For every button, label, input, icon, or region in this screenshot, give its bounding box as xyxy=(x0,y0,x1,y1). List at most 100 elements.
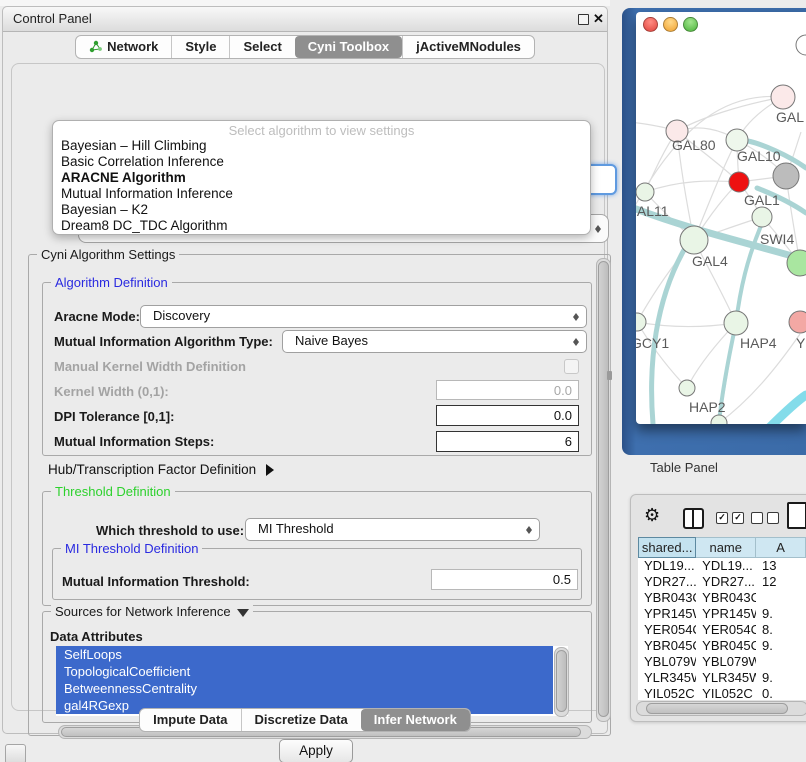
float-icon[interactable] xyxy=(578,14,589,25)
settings-vertical-scrollbar[interactable] xyxy=(596,258,611,722)
data-attributes-list[interactable]: SelfLoopsTopologicalCoefficientBetweenne… xyxy=(56,646,568,716)
aracne-mode-label: Aracne Mode: xyxy=(54,309,140,324)
node-label-swi4: SWI4 xyxy=(760,231,794,247)
network-node[interactable] xyxy=(724,311,748,335)
tab-style[interactable]: Style xyxy=(171,36,229,58)
network-node[interactable] xyxy=(729,172,749,192)
algorithm-popup-hint: Select algorithm to view settings xyxy=(53,123,590,138)
control-panel-title: Control Panel xyxy=(13,7,92,31)
table-cell: YPR145W xyxy=(638,606,696,622)
sources-title-text: Sources for Network Inference xyxy=(55,604,231,619)
mi-steps-input[interactable] xyxy=(436,431,579,452)
table-cell: YBR043C xyxy=(696,590,756,606)
tab-discretize-data[interactable]: Discretize Data xyxy=(241,709,361,731)
node-label-gal80: GAL80 xyxy=(672,137,716,153)
table-cell: 9. xyxy=(756,638,806,654)
node-table: shared...nameA YDL19...YDL19...13YDR27..… xyxy=(638,537,806,700)
tab-label: Discretize Data xyxy=(255,709,348,731)
table-row[interactable]: YER054CYER054C8. xyxy=(638,622,806,638)
network-canvas[interactable]: GALGAL80GAL10GAL1GAL11SWI4GAL4GCY1HAP4YH… xyxy=(636,28,806,424)
aracne-mode-combo[interactable]: Discovery xyxy=(140,305,587,328)
node-table-body: YDL19...YDL19...13YDR27...YDR27...12YBR0… xyxy=(638,558,806,700)
panel-splitter-handle[interactable] xyxy=(607,371,612,380)
dpi-tolerance-input[interactable] xyxy=(436,405,579,426)
file-icon[interactable] xyxy=(787,502,806,529)
tab-network[interactable]: Network xyxy=(76,36,171,58)
network-node[interactable] xyxy=(679,380,695,396)
network-node[interactable] xyxy=(680,226,708,254)
column-header-name[interactable]: name xyxy=(696,537,756,558)
table-cell: YDR27... xyxy=(696,574,756,590)
mi-threshold-input[interactable] xyxy=(431,569,578,590)
tab-impute-data[interactable]: Impute Data xyxy=(140,709,240,731)
aracne-mode-value: Discovery xyxy=(141,306,586,326)
table-row[interactable]: YBL079WYBL079W xyxy=(638,654,806,670)
table-row[interactable]: YBR043CYBR043C xyxy=(638,590,806,606)
algorithm-item-mutual-information-inference[interactable]: Mutual Information Inference xyxy=(53,186,590,202)
sources-group-title[interactable]: Sources for Network Inference xyxy=(51,604,253,619)
tab-label: Select xyxy=(243,36,281,58)
mi-type-value: Naive Bayes xyxy=(283,331,586,351)
cyni-algorithm-settings-title: Cyni Algorithm Settings xyxy=(37,247,179,262)
columns-icon[interactable] xyxy=(683,508,704,529)
table-horizontal-scrollbar[interactable] xyxy=(636,701,806,716)
node-label-gal10: GAL10 xyxy=(737,148,781,164)
algorithm-item-aracne-algorithm[interactable]: ARACNE Algorithm xyxy=(53,170,590,186)
network-node[interactable] xyxy=(773,163,799,189)
tab-label: Impute Data xyxy=(153,709,227,731)
network-node[interactable] xyxy=(752,207,772,227)
gear-icon[interactable]: ⚙ xyxy=(644,505,660,526)
table-row[interactable]: YDL19...YDL19...13 xyxy=(638,558,806,574)
tab-cyni-toolbox[interactable]: Cyni Toolbox xyxy=(295,36,402,58)
attributes-list-scrollbar[interactable] xyxy=(554,647,569,717)
tab-select[interactable]: Select xyxy=(229,36,294,58)
which-threshold-value: MI Threshold xyxy=(246,519,539,539)
tab-jactivemnodules[interactable]: jActiveMNodules xyxy=(402,36,534,58)
column-header-shared[interactable]: shared... xyxy=(638,537,696,558)
manual-kernel-checkbox[interactable] xyxy=(564,359,579,374)
column-header-a[interactable]: A xyxy=(756,537,806,558)
apply-button[interactable]: Apply xyxy=(279,739,353,762)
expanded-arrow-icon xyxy=(237,609,249,617)
algorithm-item-bayesian-k2[interactable]: Bayesian – K2 xyxy=(53,202,590,218)
table-row[interactable]: YIL052CYIL052C0. xyxy=(638,686,806,700)
close-icon[interactable]: ✕ xyxy=(593,11,604,27)
hub-tf-section-toggle[interactable]: Hub/Transcription Factor Definition xyxy=(48,462,274,477)
algorithm-item-bayesian-hill-climbing[interactable]: Bayesian – Hill Climbing xyxy=(53,138,590,154)
mi-type-label: Mutual Information Algorithm Type: xyxy=(54,334,273,349)
algorithm-item-dream8-dc-tdc-algorithm[interactable]: Dream8 DC_TDC Algorithm xyxy=(53,218,590,234)
table-cell: YIL052C xyxy=(696,686,756,700)
hub-tf-label: Hub/Transcription Factor Definition xyxy=(48,462,256,477)
algorithm-popup-items: Bayesian – Hill ClimbingBasic Correlatio… xyxy=(53,138,590,234)
algorithm-definition-title: Algorithm Definition xyxy=(51,275,172,290)
attribute-betweennesscentrality[interactable]: BetweennessCentrality xyxy=(56,680,553,697)
unchecked-pair-icon[interactable] xyxy=(751,512,779,524)
table-row[interactable]: YLR345WYLR345W9. xyxy=(638,670,806,686)
corner-button[interactable] xyxy=(5,744,26,762)
kernel-width-input[interactable] xyxy=(436,380,579,400)
table-row[interactable]: YPR145WYPR145W9. xyxy=(638,606,806,622)
table-cell: YLR345W xyxy=(696,670,756,686)
algorithm-item-basic-correlation-inference[interactable]: Basic Correlation Inference xyxy=(53,154,590,170)
network-node[interactable] xyxy=(771,85,795,109)
table-cell: YDL19... xyxy=(696,558,756,574)
table-row[interactable]: YDR27...YDR27...12 xyxy=(638,574,806,590)
table-row[interactable]: YBR045CYBR045C9. xyxy=(638,638,806,654)
attribute-topologicalcoefficient[interactable]: TopologicalCoefficient xyxy=(56,663,553,680)
node-label-gcy1: GCY1 xyxy=(636,335,669,351)
network-node[interactable] xyxy=(636,313,646,331)
checked-pair-icon[interactable]: ✓✓ xyxy=(716,512,744,524)
node-label-hap2: HAP2 xyxy=(689,399,726,415)
network-window: GALGAL80GAL10GAL1GAL11SWI4GAL4GCY1HAP4YH… xyxy=(636,12,806,424)
mi-type-combo[interactable]: Naive Bayes xyxy=(282,330,587,353)
tab-infer-network[interactable]: Infer Network xyxy=(361,709,470,731)
table-cell: YLR345W xyxy=(638,670,696,686)
network-node[interactable] xyxy=(636,183,654,201)
data-attributes-label: Data Attributes xyxy=(50,629,143,644)
which-threshold-combo[interactable]: MI Threshold xyxy=(245,518,540,541)
network-node[interactable] xyxy=(711,415,727,424)
attribute-selfloops[interactable]: SelfLoops xyxy=(56,646,553,663)
network-node[interactable] xyxy=(789,311,806,333)
node-label-y: Y xyxy=(796,335,806,351)
network-node[interactable] xyxy=(796,35,806,55)
